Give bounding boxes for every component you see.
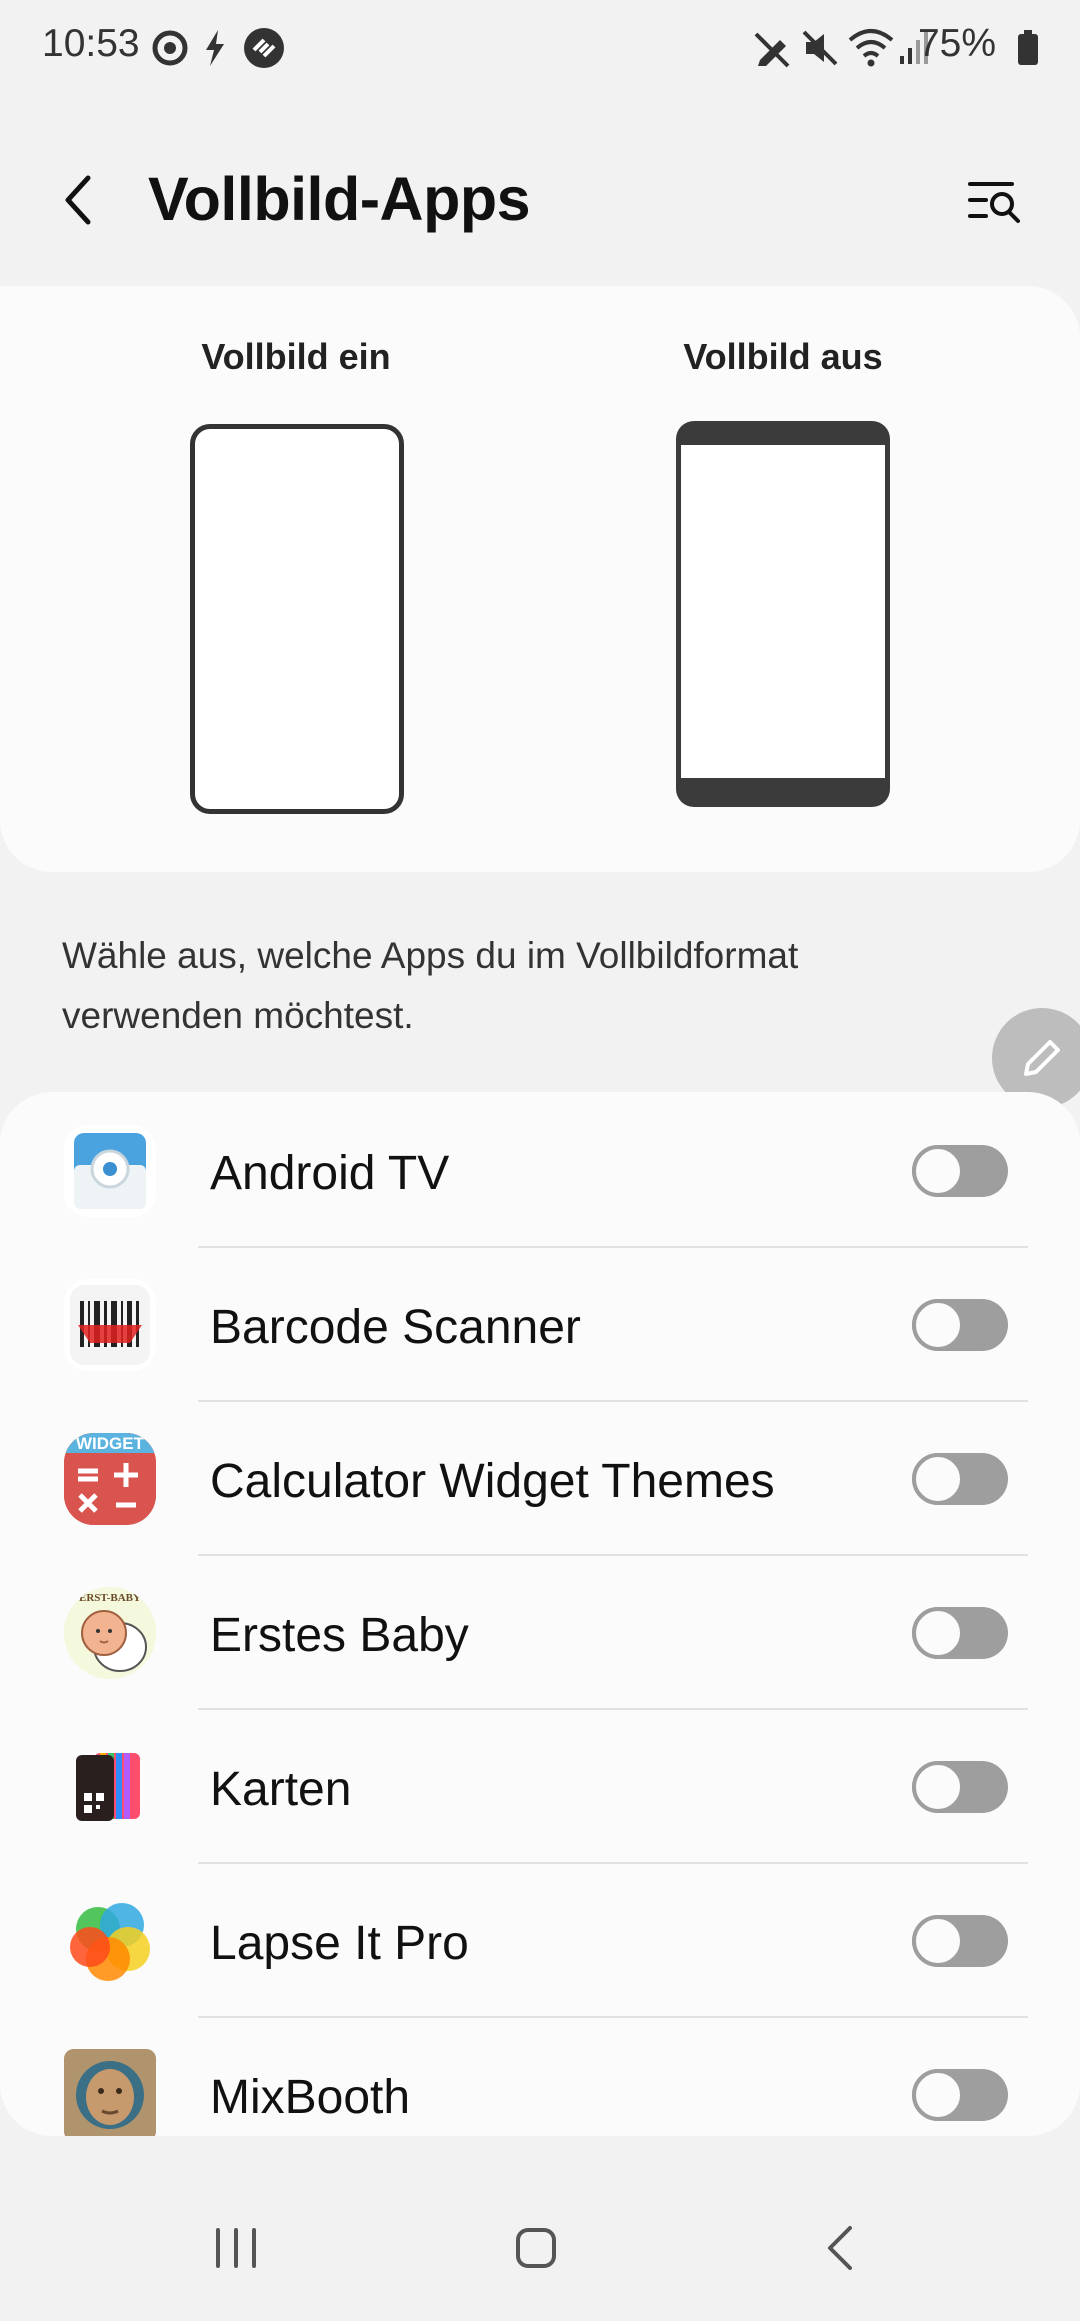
- lapse-it-pro-app-icon: [64, 1895, 156, 1987]
- fullscreen-off-phone-illustration: [676, 421, 890, 807]
- app-name: MixBooth: [210, 2071, 411, 2124]
- list-item-android-tv[interactable]: Android TV: [0, 1094, 1080, 1248]
- android-tv-app-icon: [64, 1125, 156, 1217]
- fullscreen-toggle[interactable]: [912, 1145, 1008, 1197]
- app-name: Karten: [210, 1763, 352, 1816]
- recent-apps-icon: [216, 2228, 256, 2268]
- home-icon: [516, 2228, 556, 2268]
- list-item-mixbooth[interactable]: MixBooth: [0, 2018, 1080, 2136]
- fullscreen-toggle[interactable]: [912, 1453, 1008, 1505]
- calculator-icon-banner: WIDGET: [76, 1434, 145, 1453]
- baby-icon-banner: ERST-BABY: [79, 1592, 141, 1604]
- app-name: Barcode Scanner: [210, 1301, 581, 1354]
- list-item-karten[interactable]: Karten: [0, 1710, 1080, 1864]
- battery-icon: [1018, 30, 1038, 65]
- karten-app-icon: [64, 1741, 156, 1833]
- fullscreen-toggle[interactable]: [912, 1915, 1008, 1967]
- status-time: 10:53: [42, 22, 140, 65]
- list-item-barcode-scanner[interactable]: Barcode Scanner: [0, 1248, 1080, 1402]
- barcode-scanner-app-icon: [64, 1279, 156, 1371]
- app-name: Lapse It Pro: [210, 1917, 469, 1970]
- nav-back-button[interactable]: [760, 2180, 920, 2316]
- home-button[interactable]: [456, 2180, 616, 2316]
- phone-screen: [681, 445, 885, 778]
- navigation-bar: [0, 2180, 1080, 2316]
- battery-percent: 75%: [917, 22, 996, 65]
- fullscreen-toggle[interactable]: [912, 1607, 1008, 1659]
- description-text: Wähle aus, welche Apps du im Vollbildfor…: [62, 935, 799, 1036]
- fullscreen-on-label: Vollbild ein: [201, 336, 391, 377]
- list-search-icon: [968, 182, 1020, 223]
- erstes-baby-app-icon: ERST-BABY: [64, 1587, 156, 1679]
- fullscreen-toggle[interactable]: [912, 2069, 1008, 2121]
- app-name: Calculator Widget Themes: [210, 1455, 775, 1508]
- calculator-widget-app-icon: WIDGET: [64, 1433, 156, 1525]
- recent-apps-button[interactable]: [156, 2180, 316, 2316]
- mute-icon: [802, 30, 838, 66]
- flash-icon: [206, 30, 224, 66]
- fullscreen-off-label: Vollbild aus: [683, 336, 883, 377]
- search-list-button[interactable]: [958, 170, 1028, 230]
- back-button[interactable]: [52, 160, 112, 240]
- sync-icon: [152, 30, 188, 66]
- fullscreen-on-phone-illustration: [190, 424, 404, 814]
- wifi-icon: [848, 29, 894, 67]
- fullscreen-preview-card: Vollbild ein Vollbild aus: [0, 286, 1080, 872]
- list-item-lapse-it-pro[interactable]: Lapse It Pro: [0, 1864, 1080, 2018]
- pencil-icon: [1024, 1040, 1060, 1076]
- mixbooth-app-icon: [64, 2049, 156, 2136]
- page-title: Vollbild-Apps: [148, 165, 531, 233]
- app-list: Android TV Barcode Scanner WIDGET Calcul…: [0, 1092, 1080, 2136]
- pen-off-icon: [754, 32, 790, 68]
- fullscreen-toggle[interactable]: [912, 1299, 1008, 1351]
- chevron-left-icon: [65, 175, 91, 225]
- app-name: Android TV: [210, 1147, 450, 1200]
- back-arrow-icon: [828, 2226, 852, 2270]
- app-name: Erstes Baby: [210, 1609, 469, 1662]
- list-item-erstes-baby[interactable]: ERST-BABY Erstes Baby: [0, 1556, 1080, 1710]
- fullscreen-toggle[interactable]: [912, 1761, 1008, 1813]
- list-item-calculator-widget-themes[interactable]: WIDGET Calculator Widget Themes: [0, 1402, 1080, 1556]
- remote-access-icon: [244, 28, 284, 68]
